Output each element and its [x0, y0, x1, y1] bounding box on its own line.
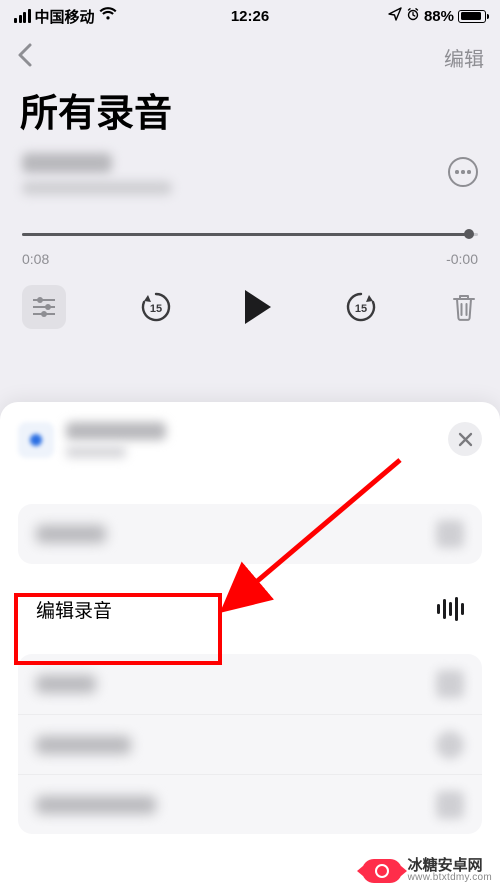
play-button[interactable]	[245, 290, 271, 324]
status-right: 88%	[388, 7, 486, 25]
sheet-subtitle	[66, 446, 126, 458]
carrier-label: 中国移动	[35, 6, 95, 27]
page-title: 所有录音	[20, 82, 172, 137]
action-icon	[436, 791, 464, 819]
status-left: 中国移动	[14, 6, 117, 27]
sliders-icon	[33, 299, 55, 301]
watermark-name: 冰糖安卓网	[408, 858, 492, 873]
svg-text:15: 15	[149, 303, 161, 315]
action-icon	[436, 520, 464, 548]
sheet-action-item[interactable]	[18, 504, 482, 564]
watermark: 冰糖安卓网 www.btxtdmy.com	[362, 858, 492, 883]
sheet-list: 编辑录音	[18, 504, 482, 848]
edit-recording-action[interactable]: 编辑录音	[18, 578, 482, 640]
elapsed-time-label: 0:08	[22, 251, 49, 267]
battery-icon	[458, 10, 486, 23]
action-icon	[436, 670, 464, 698]
sheet-header	[18, 422, 482, 458]
battery-percent-label: 88%	[424, 8, 454, 25]
svg-text:15: 15	[354, 303, 366, 315]
action-sheet: 编辑录音	[0, 402, 500, 889]
watermark-logo-icon	[362, 859, 402, 883]
player-controls: 15 15	[22, 285, 478, 329]
selected-recording: 0:08 -0:00 15 15	[0, 145, 500, 329]
close-icon	[458, 432, 473, 447]
nav-bar: 编辑	[0, 35, 500, 79]
trash-icon	[450, 292, 478, 322]
clock-label: 12:26	[231, 8, 269, 25]
sheet-thumb	[18, 422, 54, 458]
status-bar: 中国移动 12:26 88%	[0, 0, 500, 32]
recording-title	[22, 153, 112, 173]
recording-meta	[22, 153, 172, 195]
edit-button[interactable]: 编辑	[444, 43, 484, 72]
signal-bars-icon	[14, 9, 31, 23]
scrubber-fill	[22, 233, 469, 236]
time-row: 0:08 -0:00	[22, 251, 478, 267]
alarm-icon	[406, 7, 420, 25]
waveform-icon	[437, 597, 464, 621]
edit-recording-label: 编辑录音	[36, 596, 112, 623]
action-label	[36, 796, 156, 814]
skip-forward-15-button[interactable]: 15	[343, 289, 379, 325]
back-button[interactable]	[16, 42, 34, 73]
sheet-title	[66, 422, 166, 440]
action-icon	[436, 731, 464, 759]
sheet-action-item[interactable]	[18, 714, 482, 774]
sheet-group-1	[18, 504, 482, 564]
playback-options-button[interactable]	[22, 285, 66, 329]
skip-back-15-button[interactable]: 15	[138, 289, 174, 325]
watermark-url: www.btxtdmy.com	[408, 873, 492, 883]
more-options-button[interactable]	[448, 157, 478, 187]
play-icon	[245, 290, 271, 324]
wifi-icon	[99, 7, 117, 25]
action-label	[36, 525, 106, 543]
delete-button[interactable]	[450, 292, 478, 322]
recording-subtitle	[22, 181, 172, 195]
sheet-action-item[interactable]	[18, 654, 482, 714]
sheet-action-item[interactable]	[18, 774, 482, 834]
action-label	[36, 736, 131, 754]
close-sheet-button[interactable]	[448, 422, 482, 456]
location-icon	[388, 7, 402, 25]
ellipsis-icon	[455, 170, 471, 174]
sheet-group-2	[18, 654, 482, 834]
playback-scrubber[interactable]	[22, 225, 478, 245]
scrubber-thumb[interactable]	[464, 229, 474, 239]
battery-fill	[461, 12, 481, 20]
action-label	[36, 675, 96, 693]
remaining-time-label: -0:00	[446, 251, 478, 267]
